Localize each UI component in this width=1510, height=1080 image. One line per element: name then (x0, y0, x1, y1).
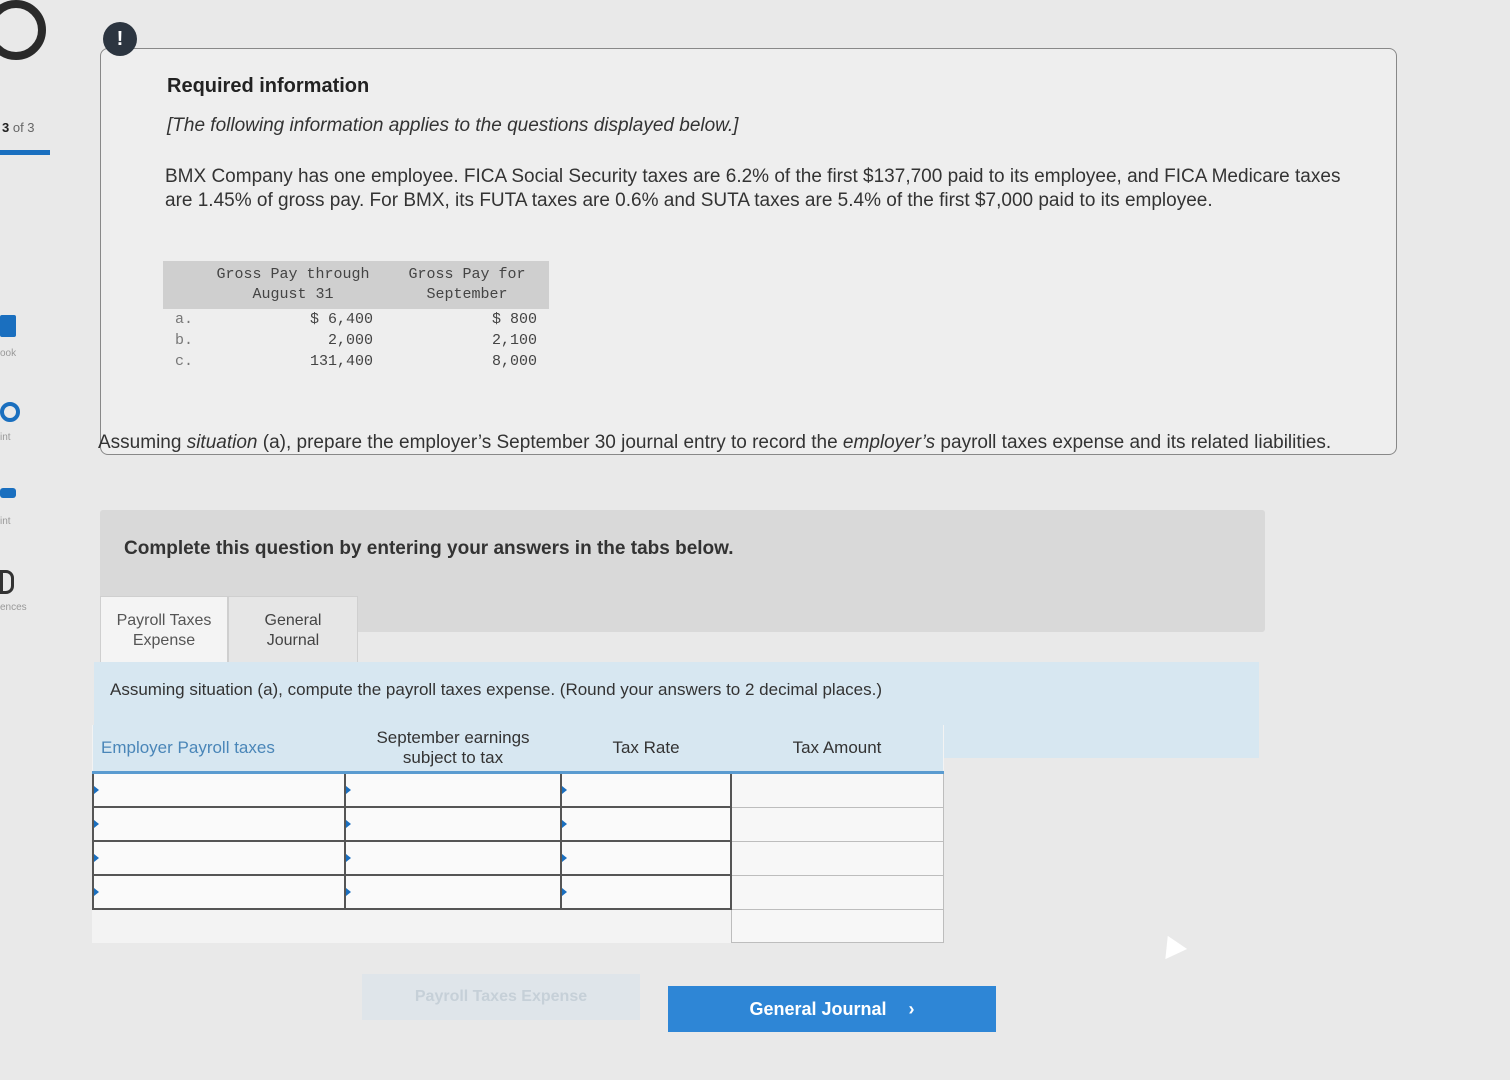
tax-rate-input[interactable] (560, 806, 732, 842)
earnings-input[interactable] (344, 771, 562, 808)
progress-bar (0, 150, 50, 155)
tab-payroll-taxes-expense[interactable]: Payroll Taxes Expense (100, 596, 228, 664)
tax-name-input[interactable] (92, 806, 346, 842)
input-marker-icon (562, 820, 567, 828)
tax-amount-cell (730, 874, 944, 910)
col-header-september: Gross Pay for September (385, 261, 550, 309)
gross-pay-table: Gross Pay through August 31 Gross Pay fo… (163, 261, 550, 372)
sidebar-item-print[interactable]: int (0, 516, 11, 527)
question-progress: 3 of 3 (2, 120, 35, 135)
tax-amount-cell (730, 772, 944, 808)
input-marker-icon (346, 888, 351, 896)
tab-instructions: Assuming situation (a), compute the payr… (110, 680, 882, 699)
table-row (93, 908, 944, 943)
tax-rate-input[interactable] (560, 840, 732, 876)
input-marker-icon (562, 786, 567, 794)
mouse-cursor-icon (1156, 930, 1188, 960)
tax-rate-input[interactable] (560, 771, 732, 808)
question-text: Assuming situation (a), prepare the empl… (98, 432, 1332, 453)
table-row: b. 2,000 2,100 (175, 332, 538, 349)
ebook-icon[interactable] (0, 315, 16, 337)
print-icon[interactable] (0, 488, 16, 498)
info-note: [The following information applies to th… (167, 115, 739, 136)
input-marker-icon (94, 820, 99, 828)
next-tab-button[interactable]: General Journal › (668, 986, 996, 1032)
payroll-tax-table: Employer Payroll taxes September earning… (92, 725, 944, 943)
table-row (92, 874, 944, 910)
col-header-september-earnings: September earnings subject to tax (345, 725, 561, 774)
input-marker-icon (94, 786, 99, 794)
chevron-right-icon: › (908, 999, 915, 1019)
tab-general-journal[interactable]: General Journal (228, 596, 358, 664)
progress-ring-icon (0, 0, 46, 60)
input-marker-icon (94, 888, 99, 896)
references-icon[interactable] (0, 570, 14, 594)
sidebar-item-references[interactable]: ences (0, 602, 27, 613)
earnings-input[interactable] (344, 840, 562, 876)
input-marker-icon (562, 854, 567, 862)
instruction-banner-text: Complete this question by entering your … (124, 538, 734, 559)
earnings-input[interactable] (344, 874, 562, 910)
tax-name-input[interactable] (92, 771, 346, 808)
earnings-input[interactable] (344, 806, 562, 842)
col-header-employer-payroll-taxes: Employer Payroll taxes (93, 725, 345, 774)
col-header-through-aug: Gross Pay through August 31 (201, 261, 386, 309)
hint-icon[interactable] (0, 402, 20, 422)
tax-amount-cell (730, 840, 944, 876)
prev-tab-button[interactable]: Payroll Taxes Expense (362, 974, 640, 1020)
total-tax-amount-cell (730, 908, 944, 943)
input-marker-icon (562, 888, 567, 896)
tax-rate-input[interactable] (560, 874, 732, 910)
table-row: a. $ 6,400 $ 800 (175, 311, 538, 328)
table-row (92, 771, 944, 808)
tax-name-input[interactable] (92, 840, 346, 876)
col-header-tax-rate: Tax Rate (561, 725, 731, 774)
left-sidebar: 3 of 3 ook int int ences (0, 0, 60, 1080)
tax-amount-cell (730, 806, 944, 842)
input-marker-icon (94, 854, 99, 862)
alert-icon: ! (103, 22, 137, 56)
input-marker-icon (346, 820, 351, 828)
input-marker-icon (346, 786, 351, 794)
info-title: Required information (167, 75, 370, 97)
input-marker-icon (346, 854, 351, 862)
table-row: c. 131,400 8,000 (175, 353, 538, 370)
col-header-tax-amount: Tax Amount (731, 725, 943, 774)
required-information-box: Required information [The following info… (100, 48, 1397, 455)
sidebar-item-ebook[interactable]: ook (0, 348, 16, 359)
info-paragraph: BMX Company has one employee. FICA Socia… (165, 166, 1341, 211)
table-row (92, 806, 944, 842)
tax-name-input[interactable] (92, 874, 346, 910)
sidebar-item-hint[interactable]: int (0, 432, 11, 443)
table-row (92, 840, 944, 876)
